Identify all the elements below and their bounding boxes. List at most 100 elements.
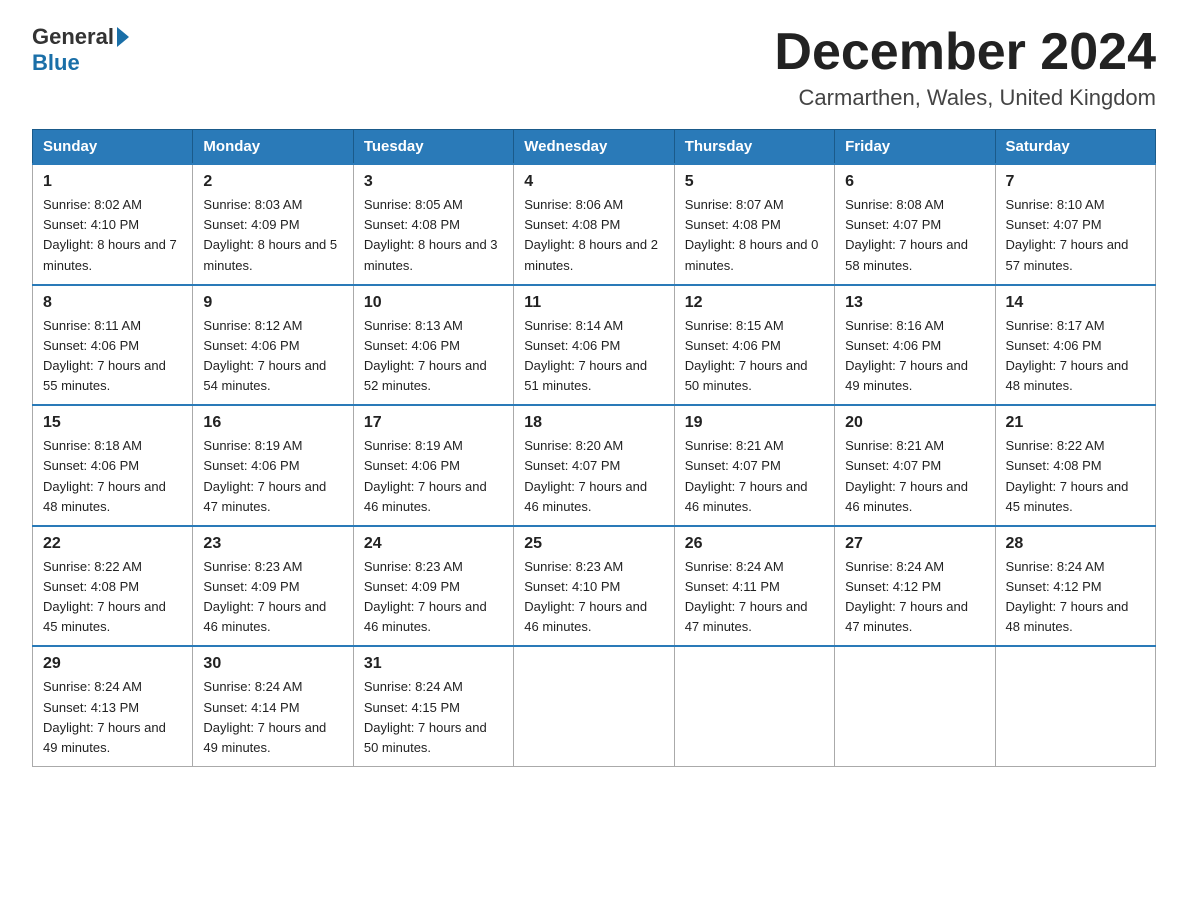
sunset-text: Sunset: 4:12 PM xyxy=(1006,579,1102,594)
table-row xyxy=(995,646,1155,766)
table-row: 22Sunrise: 8:22 AMSunset: 4:08 PMDayligh… xyxy=(33,526,193,647)
calendar-week-row: 1Sunrise: 8:02 AMSunset: 4:10 PMDaylight… xyxy=(33,164,1156,285)
logo-blue-text: Blue xyxy=(32,50,80,76)
table-row: 30Sunrise: 8:24 AMSunset: 4:14 PMDayligh… xyxy=(193,646,353,766)
day-info: Sunrise: 8:24 AMSunset: 4:11 PMDaylight:… xyxy=(685,557,824,638)
day-number: 15 xyxy=(43,414,182,432)
sunrise-text: Sunrise: 8:18 AM xyxy=(43,438,142,453)
sunset-text: Sunset: 4:06 PM xyxy=(43,458,139,473)
day-info: Sunrise: 8:12 AMSunset: 4:06 PMDaylight:… xyxy=(203,316,342,397)
daylight-text: Daylight: 7 hours and 49 minutes. xyxy=(203,720,326,755)
day-info: Sunrise: 8:24 AMSunset: 4:14 PMDaylight:… xyxy=(203,677,342,758)
sunrise-text: Sunrise: 8:12 AM xyxy=(203,318,302,333)
day-info: Sunrise: 8:07 AMSunset: 4:08 PMDaylight:… xyxy=(685,195,824,276)
table-row: 3 Sunrise: 8:05 AM Sunset: 4:08 PM Daylight… xyxy=(353,164,513,285)
sunset-text: Sunset: 4:09 PM xyxy=(203,217,299,232)
table-row: 7Sunrise: 8:10 AMSunset: 4:07 PMDaylight… xyxy=(995,164,1155,285)
calendar-week-row: 8Sunrise: 8:11 AMSunset: 4:06 PMDaylight… xyxy=(33,285,1156,406)
logo-general-text: General xyxy=(32,24,114,50)
sunrise-text: Sunrise: 8:10 AM xyxy=(1006,197,1105,212)
sunrise-text: Sunrise: 8:02 AM xyxy=(43,197,142,212)
sunrise-text: Sunrise: 8:24 AM xyxy=(1006,559,1105,574)
table-row: 21Sunrise: 8:22 AMSunset: 4:08 PMDayligh… xyxy=(995,405,1155,526)
table-row: 26Sunrise: 8:24 AMSunset: 4:11 PMDayligh… xyxy=(674,526,834,647)
sunrise-text: Sunrise: 8:17 AM xyxy=(1006,318,1105,333)
sunset-text: Sunset: 4:07 PM xyxy=(524,458,620,473)
sunset-text: Sunset: 4:06 PM xyxy=(364,338,460,353)
day-info: Sunrise: 8:22 AMSunset: 4:08 PMDaylight:… xyxy=(43,557,182,638)
daylight-text: Daylight: 8 hours and 2 minutes. xyxy=(524,237,658,272)
month-title: December 2024 xyxy=(774,24,1156,81)
header-monday: Monday xyxy=(193,130,353,165)
table-row xyxy=(514,646,674,766)
table-row: 14Sunrise: 8:17 AMSunset: 4:06 PMDayligh… xyxy=(995,285,1155,406)
daylight-text: Daylight: 7 hours and 49 minutes. xyxy=(43,720,166,755)
daylight-text: Daylight: 7 hours and 46 minutes. xyxy=(524,479,647,514)
sunrise-text: Sunrise: 8:23 AM xyxy=(203,559,302,574)
day-number: 3 xyxy=(364,173,503,191)
day-number: 24 xyxy=(364,535,503,553)
sunset-text: Sunset: 4:06 PM xyxy=(1006,338,1102,353)
sunrise-text: Sunrise: 8:24 AM xyxy=(203,679,302,694)
day-number: 23 xyxy=(203,535,342,553)
table-row: 19Sunrise: 8:21 AMSunset: 4:07 PMDayligh… xyxy=(674,405,834,526)
sunset-text: Sunset: 4:08 PM xyxy=(685,217,781,232)
sunrise-text: Sunrise: 8:20 AM xyxy=(524,438,623,453)
day-number: 18 xyxy=(524,414,663,432)
sunrise-text: Sunrise: 8:24 AM xyxy=(845,559,944,574)
day-number: 27 xyxy=(845,535,984,553)
table-row xyxy=(835,646,995,766)
header-saturday: Saturday xyxy=(995,130,1155,165)
day-info: Sunrise: 8:23 AMSunset: 4:10 PMDaylight:… xyxy=(524,557,663,638)
sunset-text: Sunset: 4:06 PM xyxy=(364,458,460,473)
sunrise-text: Sunrise: 8:22 AM xyxy=(43,559,142,574)
table-row: 25Sunrise: 8:23 AMSunset: 4:10 PMDayligh… xyxy=(514,526,674,647)
table-row: 11Sunrise: 8:14 AMSunset: 4:06 PMDayligh… xyxy=(514,285,674,406)
table-row: 10Sunrise: 8:13 AMSunset: 4:06 PMDayligh… xyxy=(353,285,513,406)
day-info: Sunrise: 8:24 AMSunset: 4:15 PMDaylight:… xyxy=(364,677,503,758)
day-number: 2 xyxy=(203,173,342,191)
daylight-text: Daylight: 8 hours and 3 minutes. xyxy=(364,237,498,272)
sunrise-text: Sunrise: 8:05 AM xyxy=(364,197,463,212)
daylight-text: Daylight: 7 hours and 48 minutes. xyxy=(1006,599,1129,634)
table-row: 6 Sunrise: 8:08 AMSunset: 4:07 PMDaylight… xyxy=(835,164,995,285)
sunset-text: Sunset: 4:06 PM xyxy=(845,338,941,353)
location-subtitle: Carmarthen, Wales, United Kingdom xyxy=(774,85,1156,111)
day-number: 29 xyxy=(43,655,182,673)
daylight-text: Daylight: 8 hours and 7 minutes. xyxy=(43,237,177,272)
header-thursday: Thursday xyxy=(674,130,834,165)
sunset-text: Sunset: 4:10 PM xyxy=(524,579,620,594)
day-info: Sunrise: 8:21 AMSunset: 4:07 PMDaylight:… xyxy=(685,436,824,517)
day-info: Sunrise: 8:06 AMSunset: 4:08 PMDaylight:… xyxy=(524,195,663,276)
sunset-text: Sunset: 4:13 PM xyxy=(43,700,139,715)
day-number: 21 xyxy=(1006,414,1145,432)
sunrise-text: Sunrise: 8:15 AM xyxy=(685,318,784,333)
header-friday: Friday xyxy=(835,130,995,165)
sunrise-text: Sunrise: 8:23 AM xyxy=(524,559,623,574)
sunset-text: Sunset: 4:06 PM xyxy=(203,458,299,473)
daylight-text: Daylight: 7 hours and 46 minutes. xyxy=(364,479,487,514)
sunset-text: Sunset: 4:07 PM xyxy=(1006,217,1102,232)
day-info: Sunrise: 8:23 AMSunset: 4:09 PMDaylight:… xyxy=(203,557,342,638)
sunset-text: Sunset: 4:06 PM xyxy=(685,338,781,353)
day-info: Sunrise: 8:19 AMSunset: 4:06 PMDaylight:… xyxy=(203,436,342,517)
day-number: 28 xyxy=(1006,535,1145,553)
table-row: 2Sunrise: 8:03 AMSunset: 4:09 PMDaylight… xyxy=(193,164,353,285)
day-number: 6 xyxy=(845,173,984,191)
daylight-text: Daylight: 7 hours and 46 minutes. xyxy=(364,599,487,634)
day-info: Sunrise: 8:23 AMSunset: 4:09 PMDaylight:… xyxy=(364,557,503,638)
day-info: Sunrise: 8:08 AMSunset: 4:07 PMDaylight:… xyxy=(845,195,984,276)
table-row: 13Sunrise: 8:16 AMSunset: 4:06 PMDayligh… xyxy=(835,285,995,406)
daylight-text: Daylight: 7 hours and 47 minutes. xyxy=(685,599,808,634)
calendar-week-row: 29 Sunrise: 8:24 AM Sunset: 4:13 PM Dayligh… xyxy=(33,646,1156,766)
daylight-text: Daylight: 7 hours and 45 minutes. xyxy=(1006,479,1129,514)
sunrise-text: Sunrise: 8:19 AM xyxy=(203,438,302,453)
day-info: Sunrise: 8:05 AM Sunset: 4:08 PM Daylight:… xyxy=(364,195,503,276)
day-number: 31 xyxy=(364,655,503,673)
sunset-text: Sunset: 4:08 PM xyxy=(364,217,460,232)
sunset-text: Sunset: 4:08 PM xyxy=(524,217,620,232)
daylight-text: Daylight: 7 hours and 49 minutes. xyxy=(845,358,968,393)
sunset-text: Sunset: 4:09 PM xyxy=(203,579,299,594)
logo: General Blue xyxy=(32,24,132,76)
day-number: 11 xyxy=(524,294,663,312)
